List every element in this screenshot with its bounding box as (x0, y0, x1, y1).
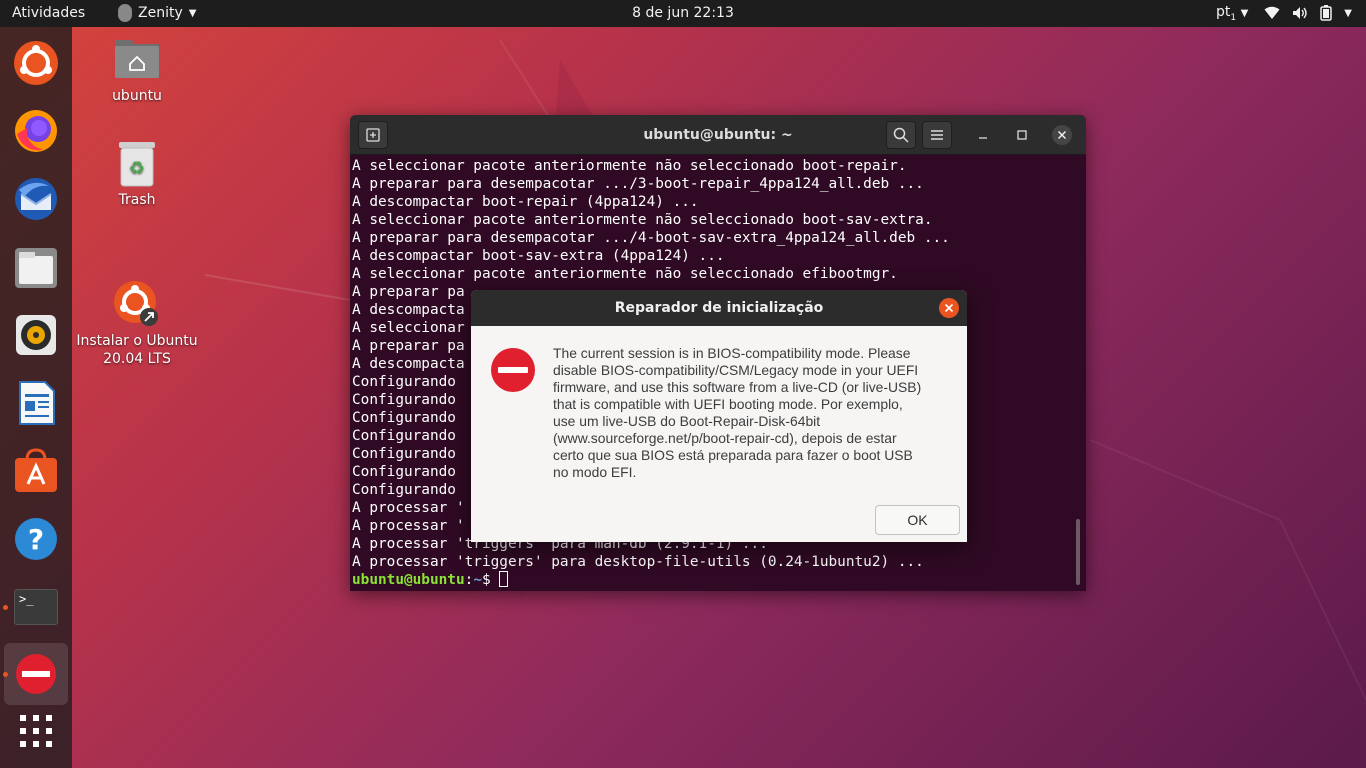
terminal-line: A preparar para desempacotar .../3-boot-… (352, 176, 924, 192)
rhythmbox-icon (16, 315, 56, 355)
error-icon (491, 348, 535, 392)
files-icon (15, 248, 57, 288)
dock-item-files[interactable] (12, 243, 60, 291)
dialog-header-bar[interactable]: Reparador de inicialização (471, 290, 967, 326)
close-icon (944, 303, 954, 313)
app-menu[interactable]: Zenity ▼ (118, 4, 196, 22)
system-tray[interactable]: pt1 ▼ ▼ (1216, 4, 1352, 23)
libreoffice-writer-icon (19, 381, 55, 425)
top-bar: Atividades Zenity ▼ 8 de jun 22:13 pt1 ▼… (0, 0, 1366, 27)
error-dialog-icon (16, 654, 56, 694)
terminal-line: A processar 'triggers' para desktop-file… (352, 554, 924, 570)
terminal-line: A descompactar boot-repair (4ppa124) ... (352, 194, 699, 210)
terminal-prompt-line: ubuntu@ubuntu:~$ (352, 571, 1074, 589)
maximize-icon (1017, 130, 1027, 140)
dock-item-terminal[interactable]: >_ (12, 583, 60, 631)
ubuntu-software-icon (15, 448, 57, 492)
svg-text:?: ? (28, 523, 44, 556)
dock-item-libreoffice-writer[interactable] (12, 379, 60, 427)
search-button[interactable] (886, 121, 916, 149)
terminal-icon: >_ (14, 589, 58, 625)
terminal-line: A seleccionar pacote anteriormente não s… (352, 158, 907, 174)
trash-icon: ♻ (119, 142, 155, 187)
minimize-icon (979, 137, 987, 139)
home-folder-icon (115, 40, 159, 78)
ubuntu-installer-icon (114, 281, 158, 326)
terminal-header-bar[interactable]: ubuntu@ubuntu: ~ (350, 115, 1086, 155)
keyboard-layout-label: pt (1216, 4, 1231, 20)
ok-button[interactable]: OK (875, 505, 960, 535)
terminal-line: A seleccionar pacote anteriormente não s… (352, 266, 898, 282)
keyboard-layout-sub: 1 (1230, 12, 1237, 23)
desktop-icon-home[interactable]: ubuntu (72, 36, 202, 104)
show-applications-icon (20, 715, 52, 747)
desktop-icon-trash[interactable]: ♻ Trash (72, 140, 202, 208)
terminal-line: A descompactar boot-sav-extra (4ppa124) … (352, 248, 725, 264)
terminal-scrollbar[interactable] (1076, 519, 1080, 585)
firefox-icon (15, 110, 57, 152)
battery-icon (1320, 5, 1333, 22)
terminal-icon-glyph: >_ (19, 592, 34, 606)
chevron-down-icon: ▼ (188, 7, 197, 19)
dock-item-rhythmbox[interactable] (12, 311, 60, 359)
desktop-icon-install-ubuntu[interactable]: Instalar o Ubuntu 20.04 LTS (72, 244, 202, 368)
prompt-separator: : (464, 572, 474, 588)
search-icon (893, 127, 909, 143)
dock-item-ubuntu-installer[interactable] (12, 39, 60, 87)
prompt-symbol: $ (481, 572, 500, 588)
desktop-icon-label: Instalar o Ubuntu 20.04 LTS (76, 333, 198, 367)
wifi-icon (1264, 7, 1280, 20)
running-indicator (3, 605, 8, 610)
thunderbird-icon (15, 178, 57, 220)
dock-item-error-dialog[interactable] (12, 650, 60, 698)
dialog-close-button[interactable] (939, 298, 959, 318)
chevron-down-icon: ▼ (1240, 8, 1249, 19)
terminal-line: A preparar para desempacotar .../4-boot-… (352, 230, 950, 246)
app-menu-label: Zenity (138, 5, 183, 21)
prompt-user: ubuntu@ubuntu (352, 572, 465, 588)
terminal-line: A seleccionar pacote anteriormente não s… (352, 212, 933, 228)
menu-button[interactable] (922, 121, 952, 149)
maximize-button[interactable] (1007, 121, 1037, 149)
activities-button[interactable]: Atividades (12, 5, 85, 21)
keyboard-layout-indicator[interactable]: pt1 ▼ (1216, 4, 1248, 23)
ubuntu-installer-icon (14, 41, 58, 85)
help-icon: ? (15, 518, 57, 560)
dock-item-ubuntu-software[interactable] (12, 447, 60, 495)
desktop-icon-label: Trash (118, 192, 156, 208)
error-dialog[interactable]: Reparador de inicialização The current s… (471, 290, 967, 542)
close-icon (1052, 125, 1072, 145)
clock[interactable]: 8 de jun 22:13 (632, 5, 734, 21)
dock-item-help[interactable]: ? (12, 515, 60, 563)
prompt-path: ~ (473, 572, 482, 588)
dock-item-firefox[interactable] (12, 107, 60, 155)
minimize-button[interactable] (968, 121, 998, 149)
text-cursor (499, 571, 509, 587)
hamburger-menu-icon (931, 130, 943, 140)
zenity-app-icon (118, 4, 132, 22)
chevron-down-icon: ▼ (1344, 7, 1352, 19)
dialog-message: The current session is in BIOS-compatibi… (553, 345, 922, 480)
desktop-icon-label: ubuntu (112, 88, 162, 104)
volume-icon (1293, 7, 1307, 20)
close-button[interactable] (1047, 121, 1077, 149)
dock-item-thunderbird[interactable] (12, 175, 60, 223)
running-indicator (3, 672, 8, 677)
show-applications-button[interactable] (12, 707, 60, 755)
dock: ? >_ (0, 27, 72, 768)
dialog-title: Reparador de inicialização (614, 300, 824, 316)
status-icons[interactable]: ▼ (1264, 5, 1352, 22)
svg-text:♻: ♻ (129, 158, 145, 179)
